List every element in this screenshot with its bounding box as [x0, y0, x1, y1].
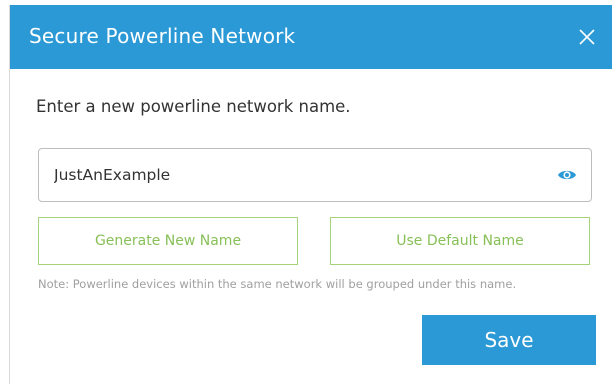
dialog-title: Secure Powerline Network	[29, 24, 296, 48]
network-name-input[interactable]	[54, 149, 554, 201]
generate-new-name-button[interactable]: Generate New Name	[38, 217, 298, 265]
dialog-titlebar: Secure Powerline Network	[10, 5, 612, 69]
save-button[interactable]: Save	[422, 315, 596, 365]
eye-icon[interactable]	[557, 167, 577, 183]
use-default-name-button[interactable]: Use Default Name	[330, 217, 590, 265]
secure-powerline-dialog: Secure Powerline Network Enter a new pow…	[9, 5, 612, 384]
network-name-field	[38, 148, 592, 202]
prompt-text: Enter a new powerline network name.	[36, 97, 351, 116]
close-icon[interactable]	[575, 25, 599, 49]
note-text: Note: Powerline devices within the same …	[38, 277, 517, 291]
